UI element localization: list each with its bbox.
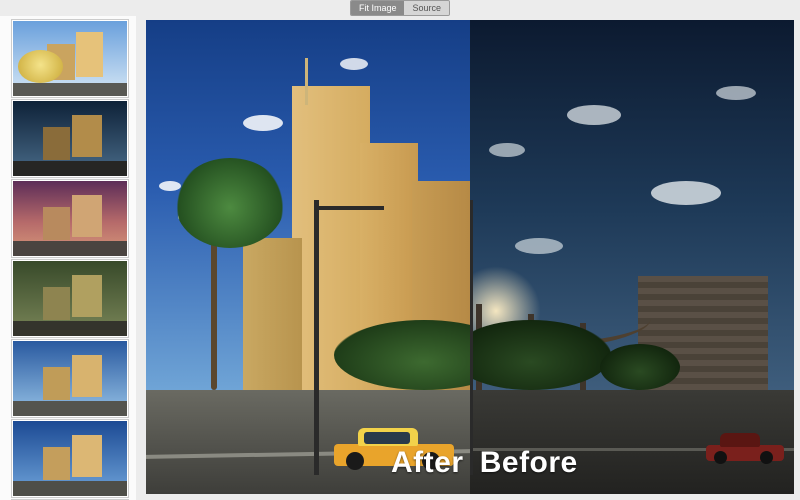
before-after-canvas[interactable]: After Before bbox=[146, 20, 794, 494]
preset-thumbnail[interactable] bbox=[12, 340, 128, 417]
main-preview-area: After Before bbox=[136, 16, 800, 500]
toolbar: Fit Image Source bbox=[0, 0, 800, 16]
after-label: After bbox=[391, 446, 464, 480]
tab-fit-image[interactable]: Fit Image bbox=[351, 1, 405, 15]
preset-thumbnail[interactable] bbox=[12, 20, 128, 97]
preset-thumbnail[interactable] bbox=[12, 420, 128, 497]
tab-source[interactable]: Source bbox=[404, 1, 449, 15]
preset-thumbnail[interactable] bbox=[12, 180, 128, 257]
before-label: Before bbox=[480, 446, 578, 480]
preset-thumbnail[interactable] bbox=[12, 100, 128, 177]
preset-thumbnail[interactable] bbox=[12, 260, 128, 337]
view-mode-segmented: Fit Image Source bbox=[350, 0, 450, 16]
preset-thumbnail-list bbox=[0, 16, 136, 500]
